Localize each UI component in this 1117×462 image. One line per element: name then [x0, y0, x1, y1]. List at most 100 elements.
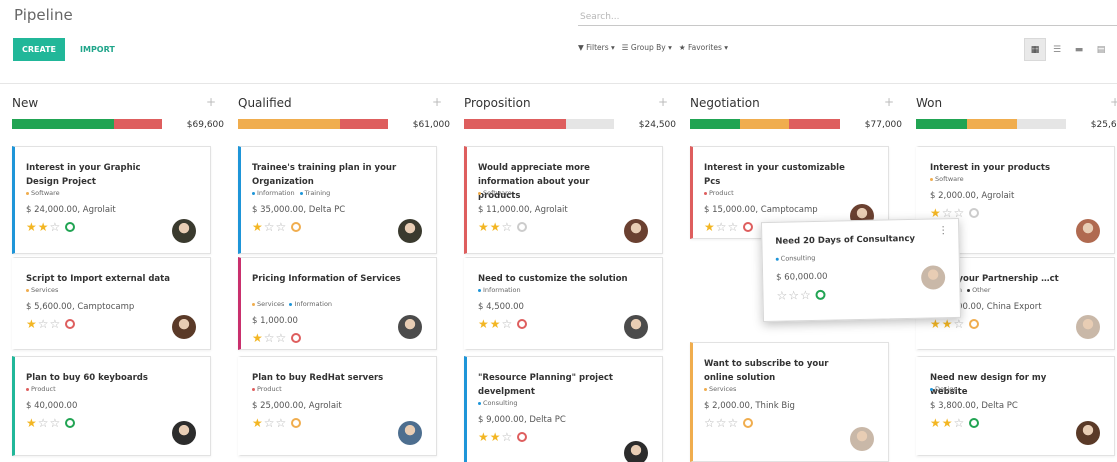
priority-star-icon[interactable]: ★	[478, 431, 489, 443]
progress-segment[interactable]	[690, 119, 740, 129]
quick-create-icon[interactable]: +	[432, 95, 442, 109]
priority-star-icon[interactable]: ☆	[264, 417, 275, 429]
activity-status-icon[interactable]	[517, 432, 528, 442]
column-progress-bar[interactable]	[690, 119, 840, 129]
activity-status-icon[interactable]	[65, 319, 76, 329]
priority-star-icon[interactable]: ★	[930, 318, 941, 330]
priority-star-icon[interactable]: ★	[490, 431, 501, 443]
progress-segment[interactable]	[739, 119, 789, 129]
import-button[interactable]: IMPORT	[74, 38, 121, 61]
activity-status-icon[interactable]	[65, 222, 76, 232]
priority-star-icon[interactable]: ☆	[276, 332, 287, 344]
priority-star-icon[interactable]: ☆	[800, 288, 811, 302]
progress-segment[interactable]	[566, 119, 614, 129]
priority-star-icon[interactable]: ★	[704, 221, 715, 233]
quick-create-icon[interactable]: +	[658, 95, 668, 109]
activity-status-icon[interactable]	[291, 418, 302, 428]
progress-segment[interactable]	[967, 119, 1017, 129]
progress-segment[interactable]	[1016, 119, 1066, 129]
kanban-card[interactable]: Plan to buy RedHat servers Product $ 25,00…	[238, 356, 437, 456]
priority-star-icon[interactable]: ★	[252, 417, 263, 429]
activity-status-icon[interactable]	[291, 333, 302, 343]
priority-star-icon[interactable]: ★	[26, 221, 37, 233]
search-input[interactable]	[578, 8, 1117, 26]
progress-segment[interactable]	[464, 119, 566, 129]
group-by-dropdown[interactable]: ☰ Group By ▾	[622, 43, 672, 52]
priority-star-icon[interactable]: ☆	[704, 417, 715, 429]
priority-star-icon[interactable]: ★	[38, 221, 49, 233]
list-view-button[interactable]: ☰	[1046, 38, 1068, 61]
priority-star-icon[interactable]: ★	[930, 207, 941, 219]
priority-star-icon[interactable]: ★	[930, 417, 941, 429]
priority-star-icon[interactable]: ☆	[776, 289, 787, 303]
activity-status-icon[interactable]	[743, 222, 754, 232]
priority-star-icon[interactable]: ☆	[38, 417, 49, 429]
priority-star-icon[interactable]: ☆	[502, 221, 513, 233]
priority-star-icon[interactable]: ☆	[954, 318, 965, 330]
activity-status-icon[interactable]	[969, 319, 980, 329]
activity-status-icon[interactable]	[517, 222, 528, 232]
dragging-card[interactable]: Need 20 Days of Consultancy ⋮ Consulting…	[760, 217, 962, 323]
progress-segment[interactable]	[238, 119, 340, 129]
kanban-card[interactable]: "Resource Planning" project develpment Co…	[464, 356, 663, 462]
activity-status-icon[interactable]	[815, 289, 826, 300]
kanban-card[interactable]: Want to subscribe to your online solutio…	[690, 342, 889, 462]
progress-segment[interactable]	[340, 119, 388, 129]
priority-star-icon[interactable]: ☆	[50, 417, 61, 429]
kanban-card[interactable]: Script to Import external data Services $ …	[12, 257, 211, 350]
priority-star-icon[interactable]: ☆	[716, 221, 727, 233]
priority-star-icon[interactable]: ★	[26, 417, 37, 429]
priority-star-icon[interactable]: ☆	[716, 417, 727, 429]
favorites-dropdown[interactable]: ★ Favorites ▾	[679, 43, 728, 52]
priority-star-icon[interactable]: ★	[478, 318, 489, 330]
priority-star-icon[interactable]: ☆	[728, 417, 739, 429]
progress-segment[interactable]	[114, 119, 162, 129]
graph-view-button[interactable]: ▬	[1068, 38, 1090, 61]
card-menu-icon[interactable]: ⋮	[938, 225, 948, 236]
kanban-card[interactable]: Plan to buy 60 keyboards Product $ 40,000.…	[12, 356, 211, 456]
column-progress-bar[interactable]	[238, 119, 388, 129]
column-title[interactable]: Negotiation	[690, 96, 760, 110]
priority-star-icon[interactable]: ☆	[264, 332, 275, 344]
kanban-view-button[interactable]: ▦	[1024, 38, 1046, 61]
activity-status-icon[interactable]	[743, 418, 754, 428]
column-title[interactable]: Proposition	[464, 96, 531, 110]
priority-star-icon[interactable]: ☆	[954, 417, 965, 429]
priority-star-icon[interactable]: ☆	[276, 221, 287, 233]
priority-star-icon[interactable]: ★	[942, 417, 953, 429]
column-title[interactable]: Qualified	[238, 96, 292, 110]
priority-star-icon[interactable]: ★	[252, 221, 263, 233]
priority-star-icon[interactable]: ☆	[50, 318, 61, 330]
activity-status-icon[interactable]	[969, 418, 980, 428]
kanban-card[interactable]: Trainee's training plan in your Organiza…	[238, 146, 437, 254]
kanban-card[interactable]: Interest in your Graphic Design Project S…	[12, 146, 211, 254]
priority-star-icon[interactable]: ★	[490, 318, 501, 330]
column-progress-bar[interactable]	[12, 119, 162, 129]
kanban-card[interactable]: Need new design for my website Design $ 3,…	[916, 356, 1115, 456]
column-title[interactable]: Won	[916, 96, 942, 110]
quick-create-icon[interactable]: +	[1110, 95, 1117, 109]
quick-create-icon[interactable]: +	[884, 95, 894, 109]
column-progress-bar[interactable]	[916, 119, 1066, 129]
progress-segment[interactable]	[789, 119, 840, 129]
priority-star-icon[interactable]: ★	[478, 221, 489, 233]
activity-status-icon[interactable]	[517, 319, 528, 329]
activity-status-icon[interactable]	[969, 208, 980, 218]
filters-dropdown[interactable]: ▼ Filters ▾	[578, 43, 615, 52]
priority-star-icon[interactable]: ☆	[788, 288, 799, 302]
column-progress-bar[interactable]	[464, 119, 614, 129]
priority-star-icon[interactable]: ★	[252, 332, 263, 344]
progress-segment[interactable]	[916, 119, 967, 129]
priority-star-icon[interactable]: ☆	[50, 221, 61, 233]
priority-star-icon[interactable]: ★	[26, 318, 37, 330]
kanban-card[interactable]: Would appreciate more information about …	[464, 146, 663, 254]
priority-star-icon[interactable]: ☆	[276, 417, 287, 429]
activity-status-icon[interactable]	[65, 418, 76, 428]
create-button[interactable]: CREATE	[13, 38, 65, 61]
priority-star-icon[interactable]: ☆	[502, 431, 513, 443]
progress-segment[interactable]	[12, 119, 114, 129]
kanban-card[interactable]: Need to customize the solution Informatio…	[464, 257, 663, 350]
priority-star-icon[interactable]: ★	[942, 318, 953, 330]
column-title[interactable]: New	[12, 96, 38, 110]
priority-star-icon[interactable]: ☆	[38, 318, 49, 330]
